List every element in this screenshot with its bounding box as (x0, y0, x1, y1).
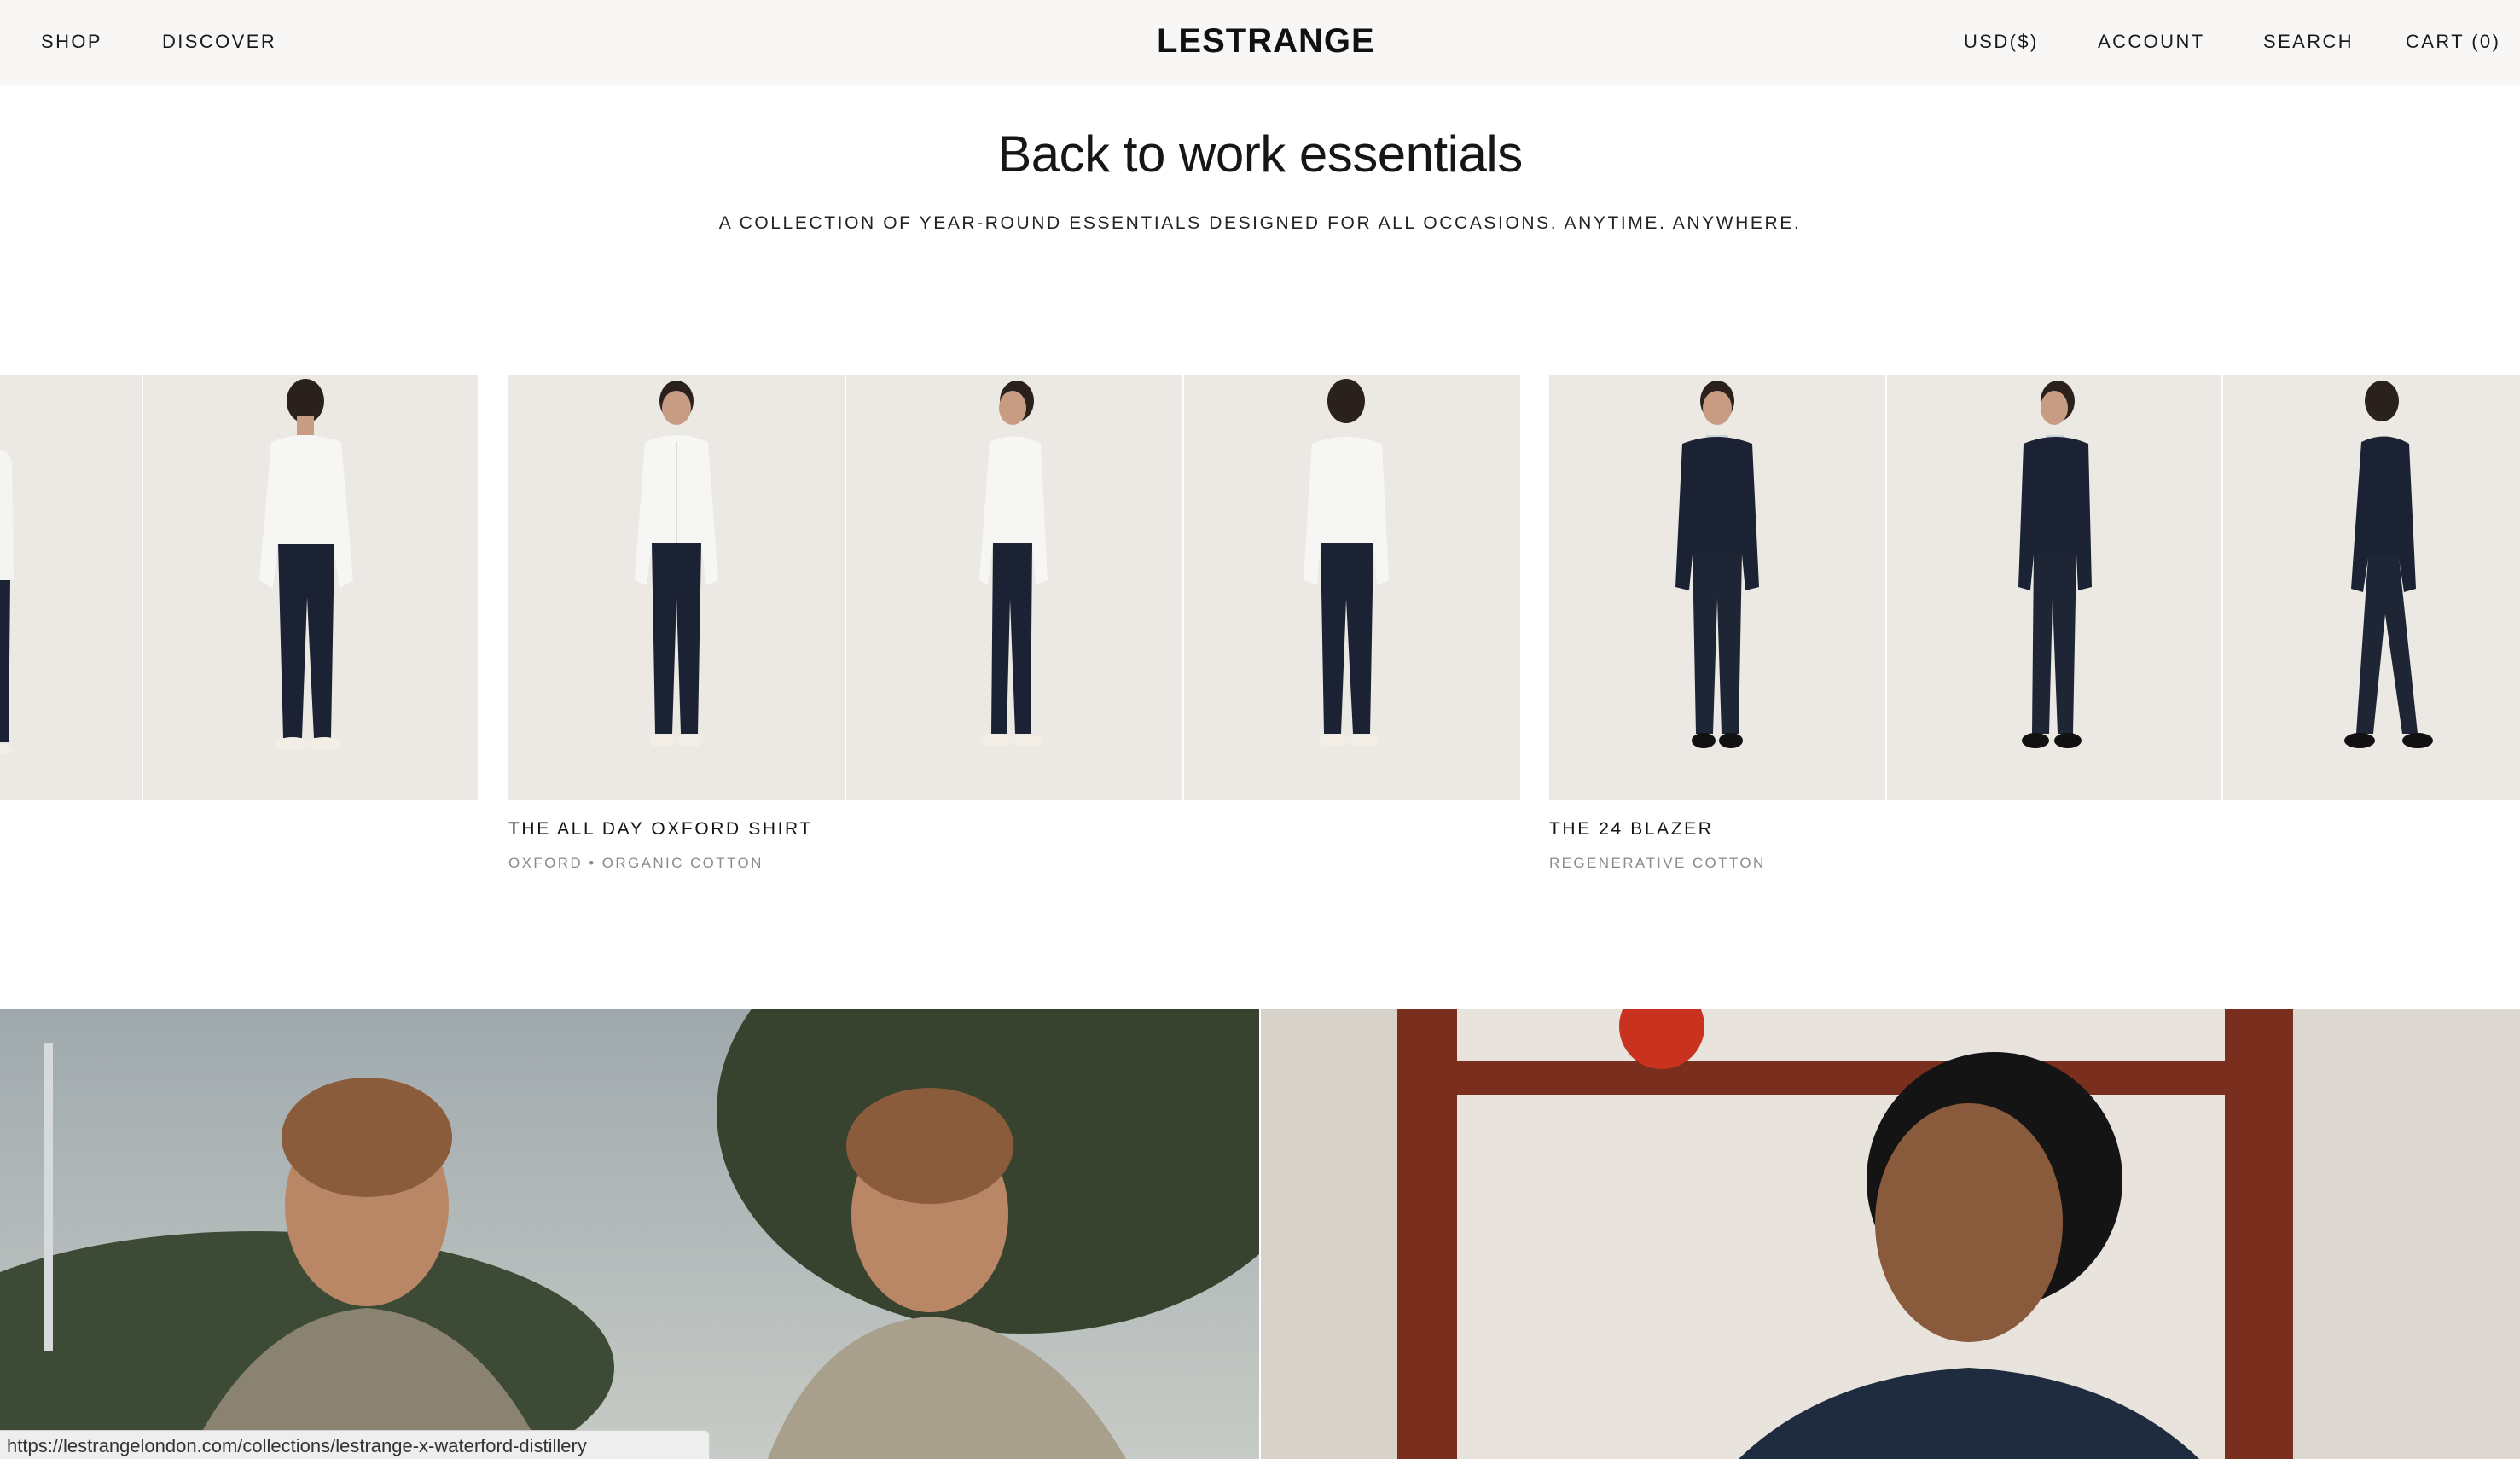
product-image[interactable] (0, 375, 142, 800)
site-logo[interactable]: LESTRANGE (1157, 22, 1374, 61)
nav-discover[interactable]: DISCOVER (162, 31, 276, 53)
product-name[interactable]: THE 24 BLAZER (1549, 819, 1714, 840)
product-material: OXFORD • ORGANIC COTTON (508, 855, 764, 871)
nav-shop[interactable]: SHOP (41, 31, 102, 53)
product-image[interactable] (508, 375, 845, 800)
status-bar-url: https://lestrangelondon.com/collections/… (0, 1430, 710, 1459)
product-material: REGENERATIVE COTTON (1549, 855, 1766, 871)
product-image[interactable] (143, 375, 478, 800)
page-subtitle: A COLLECTION OF YEAR-ROUND ESSENTIALS DE… (718, 213, 1802, 233)
currency-selector[interactable]: USD($) (1964, 31, 2039, 53)
product-image[interactable] (1549, 375, 1885, 800)
product-name[interactable]: THE ALL DAY OXFORD SHIRT (508, 819, 813, 840)
product-image[interactable] (1887, 375, 2221, 800)
lifestyle-banner-right[interactable] (1261, 1009, 2520, 1459)
nav-cart[interactable]: CART (0) (2406, 31, 2500, 53)
product-image[interactable] (2223, 375, 2520, 800)
product-carousel[interactable]: THE ALL DAY OXFORD SHIRT OXFORD • ORGANI… (0, 375, 2520, 887)
nav-search[interactable]: SEARCH (2263, 31, 2354, 53)
site-header: SHOP DISCOVER LESTRANGE USD($) ACCOUNT S… (0, 0, 2520, 85)
nav-account[interactable]: ACCOUNT (2098, 31, 2205, 53)
lifestyle-banner-left[interactable] (0, 1009, 1259, 1459)
page-title: Back to work essentials (997, 125, 1523, 183)
product-image[interactable] (846, 375, 1182, 800)
product-image[interactable] (1184, 375, 1520, 800)
